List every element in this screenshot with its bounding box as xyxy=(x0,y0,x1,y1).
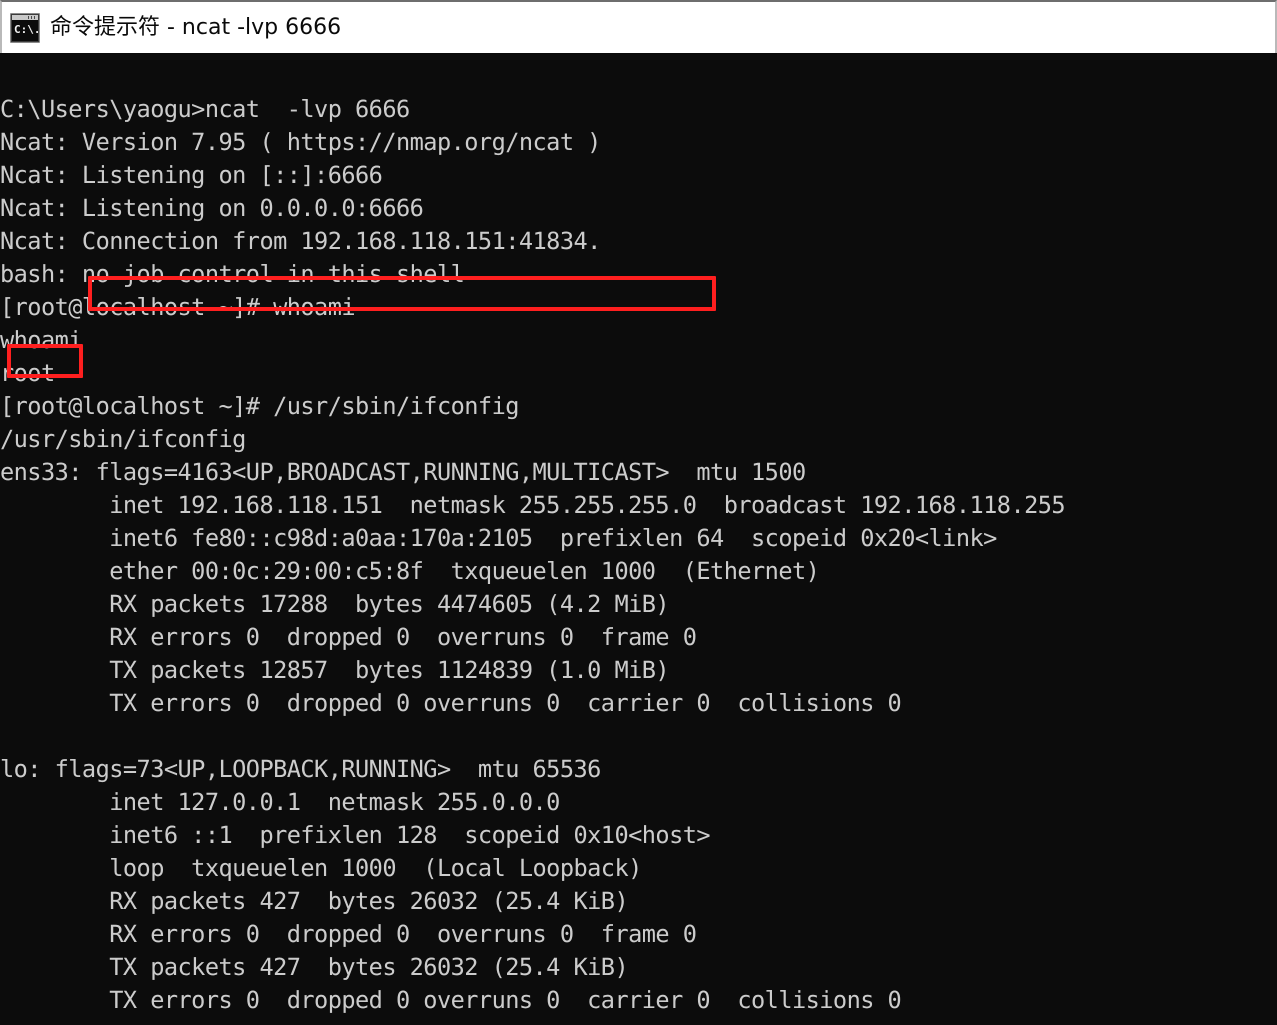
command-prompt-window: C:\. 命令提示符 - ncat -lvp 6666 C:\Users\yao… xyxy=(0,0,1277,1025)
cmd-console-icon: C:\. xyxy=(10,12,40,43)
console-output-area[interactable]: C:\Users\yaogu>ncat -lvp 6666 Ncat: Vers… xyxy=(0,53,1277,1025)
icon-window-controls xyxy=(28,15,37,19)
window-titlebar[interactable]: C:\. 命令提示符 - ncat -lvp 6666 xyxy=(0,0,1277,53)
window-title-text: 命令提示符 - ncat -lvp 6666 xyxy=(50,14,342,40)
terminal-text: C:\Users\yaogu>ncat -lvp 6666 Ncat: Vers… xyxy=(0,95,1066,1014)
icon-prompt-glyph: C:\. xyxy=(12,19,38,41)
